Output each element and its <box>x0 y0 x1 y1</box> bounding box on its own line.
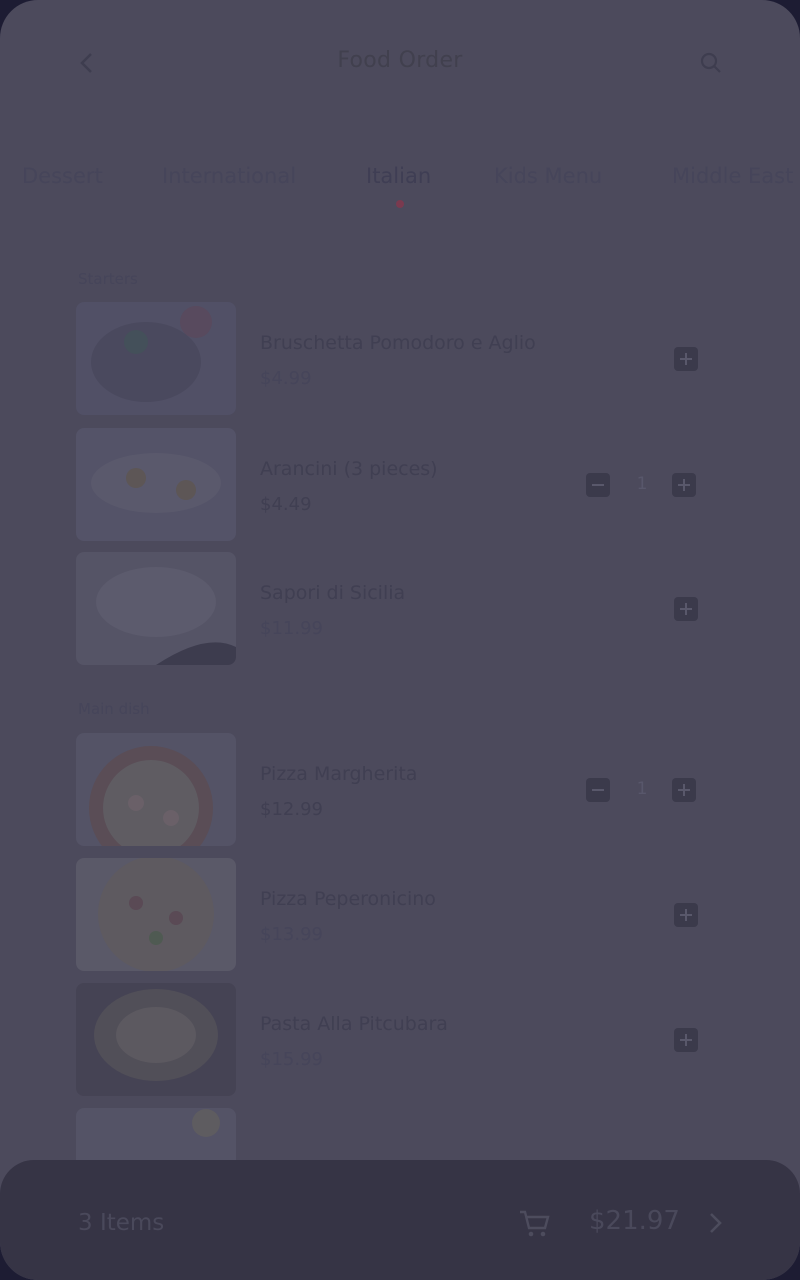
item-name: Pasta Alla Pitcubara <box>260 1013 448 1035</box>
item-name: Pizza Peperonicino <box>260 888 436 910</box>
increase-button[interactable] <box>672 473 696 497</box>
menu-item[interactable]: Pizza Margherita $12.99 1 <box>0 733 800 848</box>
page-title: Food Order <box>337 48 463 73</box>
tab-kids-menu[interactable]: Kids Menu <box>494 164 602 188</box>
active-tab-indicator <box>396 200 404 208</box>
tab-dessert[interactable]: Dessert <box>22 164 103 188</box>
food-image <box>76 428 236 541</box>
cart-bar[interactable]: 3 Items $21.97 <box>0 1160 800 1280</box>
food-image <box>76 733 236 846</box>
item-price: $4.99 <box>260 368 312 389</box>
add-button[interactable] <box>674 347 698 371</box>
item-price: $12.99 <box>260 799 323 820</box>
add-button[interactable] <box>674 1028 698 1052</box>
cart-total: $21.97 <box>589 1206 680 1236</box>
tab-international[interactable]: International <box>162 164 296 188</box>
menu-item[interactable]: Pizza Peperonicino $13.99 <box>0 858 800 973</box>
decrease-button[interactable] <box>586 473 610 497</box>
item-price: $13.99 <box>260 924 323 945</box>
menu-item[interactable]: Bruschetta Pomodoro e Aglio $4.99 <box>0 302 800 417</box>
cart-item-count: 3 Items <box>78 1210 165 1236</box>
food-image <box>76 302 236 415</box>
item-price: $4.49 <box>260 494 312 515</box>
item-price: $11.99 <box>260 618 323 639</box>
section-title-main-dish: Main dish <box>78 700 150 718</box>
item-price: $15.99 <box>260 1049 323 1070</box>
chevron-right-icon[interactable] <box>706 1210 724 1236</box>
decrease-button[interactable] <box>586 778 610 802</box>
app-screen: Food Order Dessert International Italian… <box>0 0 800 1280</box>
food-image <box>76 858 236 971</box>
item-name: Arancini (3 pieces) <box>260 458 438 480</box>
quantity-value: 1 <box>636 779 648 799</box>
add-button[interactable] <box>674 597 698 621</box>
item-name: Bruschetta Pomodoro e Aglio <box>260 332 536 354</box>
item-name: Pizza Margherita <box>260 763 418 785</box>
cart-icon[interactable] <box>518 1208 552 1238</box>
quantity-value: 1 <box>636 474 648 494</box>
search-icon[interactable] <box>696 48 726 78</box>
menu-item[interactable]: Sapori di Sicilia $11.99 <box>0 552 800 667</box>
section-title-starters: Starters <box>78 270 138 288</box>
add-button[interactable] <box>674 903 698 927</box>
item-name: Sapori di Sicilia <box>260 582 406 604</box>
menu-item[interactable]: Arancini (3 pieces) $4.49 1 <box>0 428 800 543</box>
tab-italian[interactable]: Italian <box>366 164 431 188</box>
food-image <box>76 983 236 1096</box>
tab-middle-east[interactable]: Middle East <box>672 164 793 188</box>
increase-button[interactable] <box>672 778 696 802</box>
food-image <box>76 552 236 665</box>
top-bar: Food Order <box>0 0 800 125</box>
menu-item[interactable]: Pasta Alla Pitcubara $15.99 <box>0 983 800 1098</box>
